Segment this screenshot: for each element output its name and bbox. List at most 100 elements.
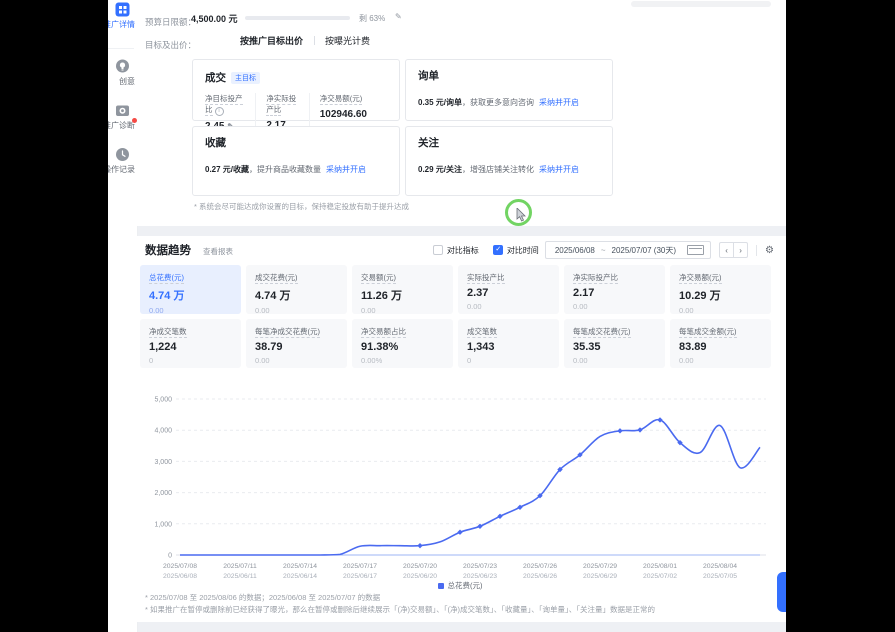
goal-card-title: 关注: [418, 135, 600, 150]
svg-text:2025/07/14: 2025/07/14: [283, 563, 317, 570]
trend-metric-label: 交易额(元): [361, 273, 396, 284]
goal-card-title: 收藏: [205, 135, 387, 150]
date-end: 2025/07/07 (30天): [609, 245, 680, 256]
trend-metric-card-10[interactable]: 成交笔数1,3430: [458, 319, 559, 368]
legend-swatch: [438, 583, 444, 589]
svg-text:1,000: 1,000: [154, 521, 172, 528]
tab-bid-by-goal[interactable]: 按推广目标出价: [240, 36, 303, 46]
svg-text:2025/06/17: 2025/06/17: [343, 573, 377, 580]
trend-metric-compare-value: 0.00%: [361, 356, 444, 365]
trend-metric-compare-value: 0.00: [679, 306, 762, 315]
svg-text:2,000: 2,000: [154, 490, 172, 497]
next-period-button[interactable]: ›: [733, 242, 748, 258]
sidebar-item-2[interactable]: 创意: [108, 57, 137, 101]
trend-metric-card-6[interactable]: 净交易额(元) 10.29 万 0.00: [670, 265, 771, 314]
gear-icon[interactable]: ⚙: [765, 245, 774, 256]
svg-text:2025/08/04: 2025/08/04: [703, 563, 737, 570]
trend-metric-card-4[interactable]: 实际投产比2.370.00: [458, 265, 559, 314]
budget-remaining-text: 剩 63%: [359, 13, 385, 24]
goal-card-deal[interactable]: 成交主目标 净目标投产比i 2.45 ✎ 净实际投产比 2.17 净交易额(元)…: [192, 59, 400, 121]
trend-metric-label: 实际投产比: [467, 273, 505, 284]
trend-metric-value: 11.26 万: [361, 287, 444, 303]
tab-divider: [314, 36, 315, 45]
svg-text:2025/07/05: 2025/07/05: [703, 573, 737, 580]
compare-metric-label: 对比指标: [447, 245, 479, 256]
date-separator: ~: [598, 246, 609, 255]
info-icon[interactable]: i: [215, 107, 224, 116]
compare-date-range-input[interactable]: 2025/06/08 ~ 2025/07/07 (30天): [545, 241, 711, 259]
trend-metric-label: 成交笔数: [467, 327, 497, 338]
goal-price: 0.27 元/收藏: [205, 165, 249, 174]
scrollbar-remnant[interactable]: [631, 1, 771, 7]
floating-action-tab[interactable]: [777, 572, 786, 612]
trend-metric-value: 2.17: [573, 287, 656, 299]
compare-time-checkbox[interactable]: [493, 245, 503, 255]
sidebar-item-label: 推广详情: [108, 19, 135, 30]
app-window: 推广详情创意推广诊断操作记录 预算日限额： 4,500.00 元 剩 63% ✎…: [108, 0, 786, 632]
trend-metric-label: 净交易额(元): [679, 273, 722, 284]
goal-desc: ，提升商品收藏数量: [249, 165, 321, 174]
cursor-icon: [516, 208, 527, 222]
svg-text:2025/07/02: 2025/07/02: [643, 573, 677, 580]
sidebar-item-4[interactable]: 操作记录: [108, 145, 137, 189]
goal-price: 0.35 元/询单: [418, 98, 462, 107]
trend-metric-card-3[interactable]: 交易额(元)11.26 万0.00: [352, 265, 453, 314]
trend-metric-value: 10.29 万: [679, 287, 762, 303]
trend-metric-label: 总花费(元): [149, 273, 184, 284]
trend-metric-label: 每笔净成交花费(元): [255, 327, 320, 338]
trend-metric-value: 2.37: [467, 287, 550, 299]
svg-text:5,000: 5,000: [154, 397, 172, 404]
controls-divider: [756, 245, 757, 256]
goal-card-favorite[interactable]: 收藏 0.27 元/收藏，提升商品收藏数量采纳并开启: [192, 126, 400, 196]
goal-cards: 成交主目标 净目标投产比i 2.45 ✎ 净实际投产比 2.17 净交易额(元)…: [192, 59, 613, 196]
tab-bid-by-impression[interactable]: 按曝光计费: [325, 36, 370, 46]
sidebar-item-1[interactable]: 推广详情: [108, 0, 137, 44]
trend-metric-card-7[interactable]: 净成交笔数1,2240: [140, 319, 241, 368]
svg-text:2025/07/08: 2025/07/08: [163, 563, 197, 570]
daily-budget-row: 预算日限额： 4,500.00 元 剩 63% ✎: [145, 12, 775, 26]
goal-settings-panel: 预算日限额： 4,500.00 元 剩 63% ✎ 目标及出价： 按推广目标出价…: [137, 0, 786, 226]
metric-value: 102946.60: [320, 109, 367, 120]
trend-metric-card-2[interactable]: 成交花费(元)4.74 万0.00: [246, 265, 347, 314]
adopt-enable-link[interactable]: 采纳并开启: [539, 98, 579, 107]
svg-text:2025/06/29: 2025/06/29: [583, 573, 617, 580]
trend-chart[interactable]: 01,0002,0003,0004,0005,0002025/07/082025…: [140, 382, 780, 582]
trend-metric-card-8[interactable]: 每笔净成交花费(元)38.790.00: [246, 319, 347, 368]
trend-metric-card-5[interactable]: 净实际投产比2.170.00: [564, 265, 665, 314]
bulb-icon: [115, 59, 130, 74]
chart-footnote-1: * 2025/07/08 至 2025/08/06 的数据；2025/06/08…: [145, 592, 380, 603]
svg-text:2025/06/23: 2025/06/23: [463, 573, 497, 580]
trend-metric-compare-value: 0.00: [149, 306, 232, 315]
sidebar-item-label: 操作记录: [108, 164, 135, 175]
trend-metric-compare-value: 0: [467, 356, 550, 365]
svg-text:2025/07/20: 2025/07/20: [403, 563, 437, 570]
svg-text:0: 0: [168, 553, 172, 560]
trend-title: 数据趋势: [145, 242, 191, 258]
goal-card-follow[interactable]: 关注 0.29 元/关注，增强店铺关注转化采纳并开启: [405, 126, 613, 196]
clock-icon: [115, 147, 130, 162]
trend-metric-card-1[interactable]: 总花费(元)4.74 万0.00: [140, 265, 241, 314]
compare-time-label: 对比时间: [507, 245, 539, 256]
compare-metric-checkbox[interactable]: [433, 245, 443, 255]
adopt-enable-link[interactable]: 采纳并开启: [326, 165, 366, 174]
camera-icon: [115, 103, 130, 118]
view-report-link[interactable]: 查看报表: [203, 246, 233, 257]
prev-period-button[interactable]: ‹: [719, 242, 734, 258]
adopt-enable-link[interactable]: 采纳并开启: [539, 165, 579, 174]
trend-metric-value: 1,224: [149, 341, 232, 353]
sidebar-item-3[interactable]: 推广诊断: [108, 101, 137, 145]
edit-budget-icon[interactable]: ✎: [395, 12, 402, 21]
trend-metric-card-12[interactable]: 每笔成交金额(元)83.890.00: [670, 319, 771, 368]
metric-label: 净目标投产比: [205, 94, 243, 116]
sidebar-item-label: 创意: [119, 76, 135, 87]
trend-metric-card-11[interactable]: 每笔成交花费(元)35.350.00: [564, 319, 665, 368]
goal-card-inquiry[interactable]: 询单 0.35 元/询单，获取更多意向咨询采纳并开启: [405, 59, 613, 121]
trend-metric-compare-value: 0.00: [679, 356, 762, 365]
goal-card-title: 成交: [205, 72, 226, 84]
click-indicator: [505, 199, 532, 226]
goal-bidding-label: 目标及出价：: [145, 40, 196, 50]
trend-metric-card-9[interactable]: 净交易额占比91.38%0.00%: [352, 319, 453, 368]
trend-metric-label: 净实际投产比: [573, 273, 618, 284]
data-trend-panel: 数据趋势 查看报表 对比指标 对比时间 2025/06/08 ~ 2025/07…: [137, 236, 786, 622]
metric-label: 净交易额(元): [320, 94, 363, 105]
